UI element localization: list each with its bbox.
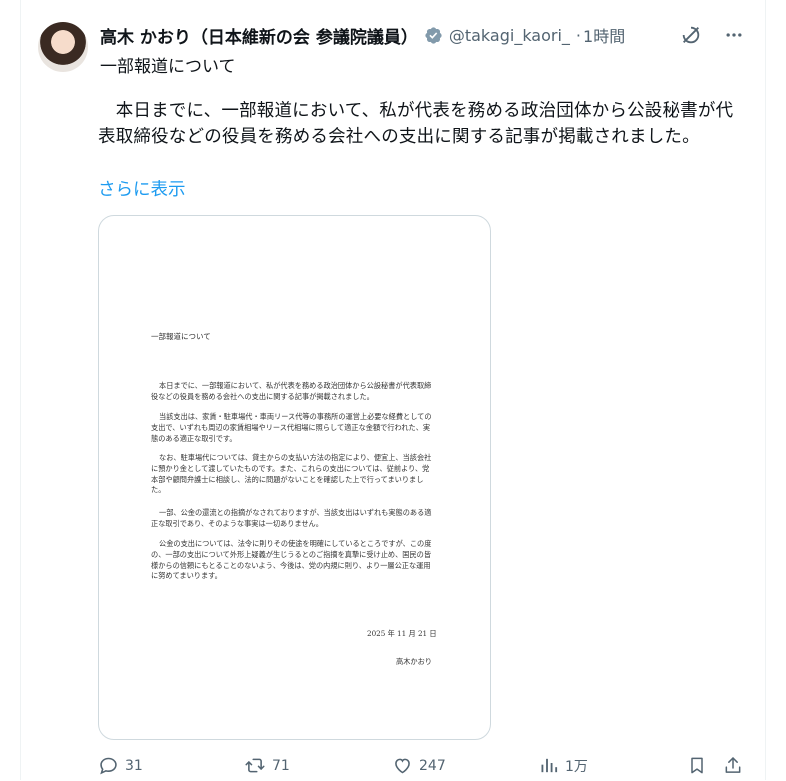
like-count: 247	[419, 757, 446, 774]
repost-icon	[244, 755, 266, 776]
author-name[interactable]: 高木 かおり（日本維新の会 参議院議員）	[100, 23, 418, 48]
share-button[interactable]	[723, 755, 743, 776]
reply-icon	[98, 755, 119, 776]
repost-button[interactable]: 71	[244, 755, 290, 776]
right-border	[765, 0, 766, 780]
verified-badge-icon	[424, 26, 443, 45]
bookmark-button[interactable]	[687, 755, 707, 776]
heart-icon	[392, 755, 413, 776]
document-paragraph: 一部、公金の還流との指摘がなされておりますが、当該支出はいずれも実態のある適正な…	[151, 508, 432, 528]
views-button[interactable]: 1万	[539, 755, 588, 776]
header-actions	[680, 22, 744, 48]
document-paragraph: 公金の支出については、法令に則りその使途を明確にしているところですが、この度の、…	[151, 539, 432, 581]
more-icon[interactable]	[724, 25, 744, 45]
bookmark-icon	[687, 755, 707, 776]
avatar[interactable]	[38, 22, 88, 72]
post-body: 本日までに、一部報道において、私が代表を務める政治団体から公設秘書が代表取締役な…	[98, 101, 734, 147]
author-handle[interactable]: @takagi_kaori_	[449, 26, 570, 45]
reply-count: 31	[125, 757, 143, 774]
repost-count: 71	[272, 757, 290, 774]
reply-button[interactable]: 31	[98, 755, 143, 776]
like-button[interactable]: 247	[392, 755, 446, 776]
attached-document-image[interactable]: 一部報道について 本日までに、一部報道において、私が代表を務める政治団体から公設…	[98, 215, 491, 740]
post-actions-bar: 31 71 247 1万	[98, 755, 743, 781]
share-icon	[723, 755, 743, 776]
time-separator: ·	[575, 25, 582, 45]
show-more-link[interactable]: さらに表示	[98, 176, 186, 201]
document-paragraph: 当該支出は、家賃・駐車場代・車両リース代等の事務所の運営上必要な経費としての支出…	[151, 412, 432, 443]
left-border	[20, 0, 21, 780]
post-subtitle: 一部報道について	[100, 57, 236, 77]
grok-icon[interactable]	[680, 24, 702, 46]
post-time[interactable]: 1時間	[583, 23, 625, 47]
document-signature: 高木かおり	[396, 657, 432, 666]
document-paragraph: なお、駐車場代については、貸主からの支払い方法の指定により、便宜上、当該会社に預…	[151, 453, 432, 495]
document-page: 一部報道について 本日までに、一部報道において、私が代表を務める政治団体から公設…	[99, 216, 490, 739]
document-paragraph: 本日までに、一部報道において、私が代表を務める政治団体から公設秘書が代表取締役な…	[151, 381, 432, 401]
views-icon	[539, 755, 559, 776]
document-date: 2025 年 11 月 21 日	[367, 629, 437, 638]
post-header: 高木 かおり（日本維新の会 参議院議員） @takagi_kaori_ · 1時…	[100, 22, 625, 48]
views-count: 1万	[565, 758, 588, 775]
document-title: 一部報道について	[151, 332, 211, 341]
